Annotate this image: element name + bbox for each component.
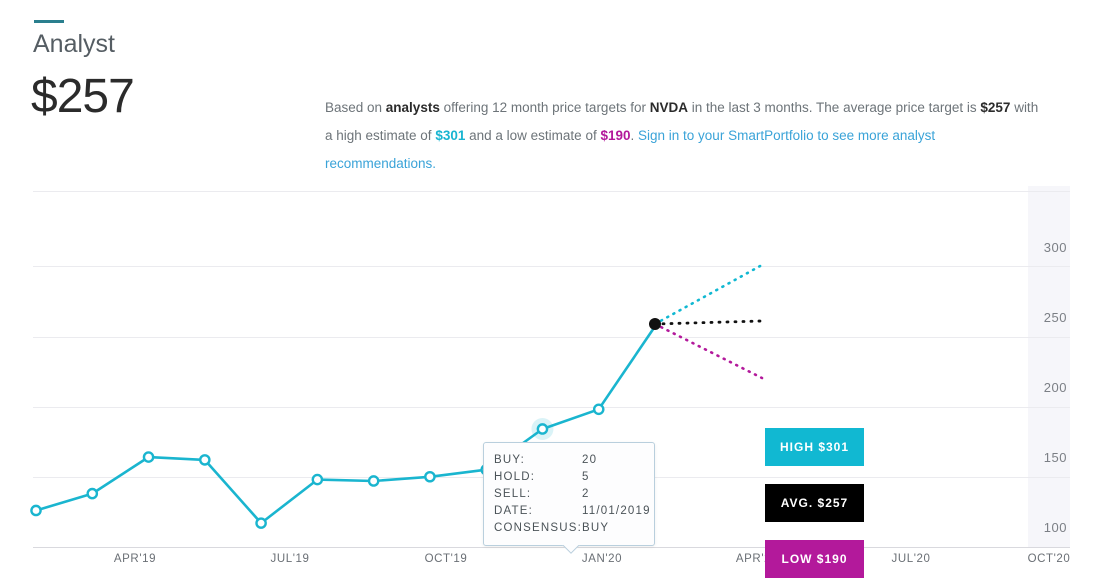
desc-bold-avg: $257 [980,100,1010,115]
tooltip-row: DATE: 11/01/2019 [484,503,654,520]
tooltip-value-buy: 20 [582,452,597,469]
tooltip-key-date: DATE: [494,503,582,520]
desc-seg-3: in the last 3 months. The average price … [688,100,980,115]
data-point-marker[interactable] [88,489,97,498]
tooltip-key-sell: SELL: [494,486,582,503]
headline-price-value: $257 [31,68,134,126]
tooltip-value-date: 11/01/2019 [582,503,651,520]
data-point-marker[interactable] [256,519,265,528]
projection-fan [655,265,762,378]
badge-high-label: HIGH $301 [780,440,849,454]
projection-origin-dot [649,318,661,330]
desc-seg-1: Based on [325,100,386,115]
desc-seg-5: and a low estimate of [465,128,600,143]
projection-line-avg [655,321,762,324]
data-point-marker[interactable] [538,424,547,433]
tooltip-key-consensus: CONSENSUS: [494,520,582,537]
badge-average-target[interactable]: AVG. $257 [765,484,864,522]
data-point-marker[interactable] [144,452,153,461]
data-point-marker[interactable] [313,475,322,484]
tooltip-row: HOLD: 5 [484,469,654,486]
description-paragraph: Based on analysts offering 12 month pric… [325,94,1045,178]
badge-high-target[interactable]: HIGH $301 [765,428,864,466]
desc-seg-2: offering 12 month price targets for [440,100,650,115]
desc-high-estimate: $301 [435,128,465,143]
data-point-marker[interactable] [200,455,209,464]
projection-line-low [655,324,762,378]
data-point-marker[interactable] [369,476,378,485]
badge-low-label: LOW $190 [781,552,847,566]
badge-low-target[interactable]: LOW $190 [765,540,864,578]
projection-line-high [655,265,762,324]
page-title: Analyst [33,28,115,60]
tooltip-row: BUY: 20 [484,452,654,469]
tooltip-row: SELL: 2 [484,486,654,503]
badge-avg-label: AVG. $257 [781,496,848,510]
tooltip-value-hold: 5 [582,469,590,486]
desc-low-estimate: $190 [600,128,630,143]
tooltip-value-sell: 2 [582,486,590,503]
desc-bold-ticker: NVDA [650,100,688,115]
desc-bold-analysts: analysts [386,100,440,115]
tooltip-key-buy: BUY: [494,452,582,469]
data-point-marker[interactable] [594,405,603,414]
desc-seg-6: . [631,128,639,143]
data-point-marker[interactable] [425,472,434,481]
data-point-marker[interactable] [31,506,40,515]
accent-bar [34,20,64,23]
price-target-chart: 300 250 200 150 100 APR'19 JUL'19 OCT'19… [0,182,1093,585]
data-point-tooltip: BUY: 20 HOLD: 5 SELL: 2 DATE: 11/01/2019… [483,442,655,546]
tooltip-pointer [562,545,580,554]
tooltip-row: CONSENSUS: BUY [484,520,654,537]
header-section: Analyst $257 Based on analysts offering … [0,0,1093,180]
tooltip-key-hold: HOLD: [494,469,582,486]
tooltip-value-consensus: BUY [582,520,609,537]
